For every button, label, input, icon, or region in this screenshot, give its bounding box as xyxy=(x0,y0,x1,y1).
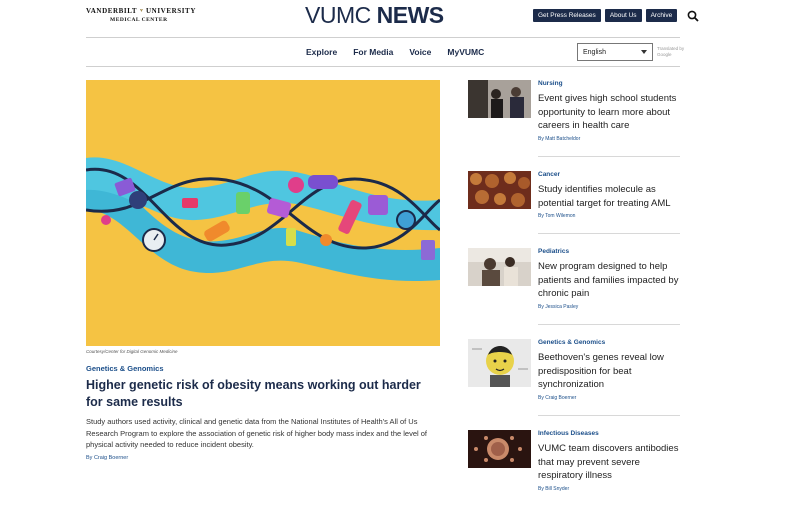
archive-button[interactable]: Archive xyxy=(645,9,678,22)
story-headline[interactable]: Event gives high school students opportu… xyxy=(538,92,680,133)
about-us-button[interactable]: About Us xyxy=(604,9,642,22)
story-category-link[interactable]: Pediatrics xyxy=(538,248,569,255)
story-photo-pediatrics xyxy=(468,248,531,286)
story-byline[interactable]: By Matt Batcheldor xyxy=(538,136,580,142)
feature-summary: Study authors used activity, clinical an… xyxy=(86,417,428,449)
story-category-link[interactable]: Infectious Diseases xyxy=(538,430,599,437)
language-selected-value: English xyxy=(583,48,606,56)
story-photo-virus xyxy=(468,430,531,468)
main-nav: Explore For Media Voice MyVUMC xyxy=(306,47,484,57)
chevron-down-icon xyxy=(641,50,647,54)
logo-text-vanderbilt: VANDERBILT xyxy=(86,6,138,15)
search-icon[interactable] xyxy=(687,10,699,22)
site-masthead[interactable]: VUMC NEWS xyxy=(305,2,465,29)
story-headline[interactable]: Beethoven's genes reveal low predisposit… xyxy=(538,351,680,392)
story-photo-cancer xyxy=(468,171,531,209)
story-byline[interactable]: By Craig Boerner xyxy=(538,395,576,401)
feature-byline[interactable]: By Craig Boerner xyxy=(86,455,128,461)
nav-divider xyxy=(86,66,680,67)
nav-voice[interactable]: Voice xyxy=(409,47,431,57)
story-headline[interactable]: Study identifies molecule as potential t… xyxy=(538,183,680,210)
language-select[interactable]: English xyxy=(577,43,653,61)
story-divider xyxy=(538,156,680,157)
nav-for-media[interactable]: For Media xyxy=(353,47,393,57)
story-headline[interactable]: VUMC team discovers antibodies that may … xyxy=(538,442,680,483)
story-category-link[interactable]: Genetics & Genomics xyxy=(538,339,605,346)
feature-headline[interactable]: Higher genetic risk of obesity means wor… xyxy=(86,377,426,411)
get-press-releases-button[interactable]: Get Press Releases xyxy=(533,9,601,22)
story-illustration-beethoven xyxy=(468,339,531,387)
story-divider xyxy=(538,324,680,325)
feature-category-link[interactable]: Genetics & Genomics xyxy=(86,364,164,373)
story-thumbnail[interactable] xyxy=(468,171,531,209)
nav-myvumc[interactable]: MyVUMC xyxy=(447,47,484,57)
story-thumbnail[interactable] xyxy=(468,80,531,118)
vumc-logo[interactable]: VANDERBILT UNIVERSITY MEDICAL CENTER xyxy=(86,6,196,24)
story-photo-nursing xyxy=(468,80,531,118)
logo-text-university: UNIVERSITY xyxy=(146,6,196,15)
story-byline[interactable]: By Bill Snyder xyxy=(538,486,569,492)
masthead-vumc: VUMC xyxy=(305,2,377,28)
story-byline[interactable]: By Jessica Pasley xyxy=(538,304,578,310)
translated-by-google-note: Translated by Google xyxy=(657,46,685,57)
feature-illustration[interactable] xyxy=(86,80,440,346)
story-category-link[interactable]: Cancer xyxy=(538,171,560,178)
story-thumbnail[interactable] xyxy=(468,248,531,286)
masthead-news: NEWS xyxy=(376,2,445,28)
story-thumbnail[interactable] xyxy=(468,430,531,468)
dna-helix-illustration xyxy=(86,80,440,346)
story-divider xyxy=(538,233,680,234)
story-thumbnail[interactable] xyxy=(468,339,531,387)
vanderbilt-v-icon xyxy=(140,9,144,12)
logo-text-medical-center: MEDICAL CENTER xyxy=(110,17,168,23)
story-byline[interactable]: By Tom Wilemon xyxy=(538,213,575,219)
header-divider xyxy=(86,37,680,38)
header-buttons: Get Press Releases About Us Archive xyxy=(533,9,699,22)
story-divider xyxy=(538,415,680,416)
nav-explore[interactable]: Explore xyxy=(306,47,337,57)
story-category-link[interactable]: Nursing xyxy=(538,80,563,87)
image-credit: Courtesy/Center for Digital Genomic Medi… xyxy=(86,349,178,354)
story-headline[interactable]: New program designed to help patients an… xyxy=(538,260,680,301)
